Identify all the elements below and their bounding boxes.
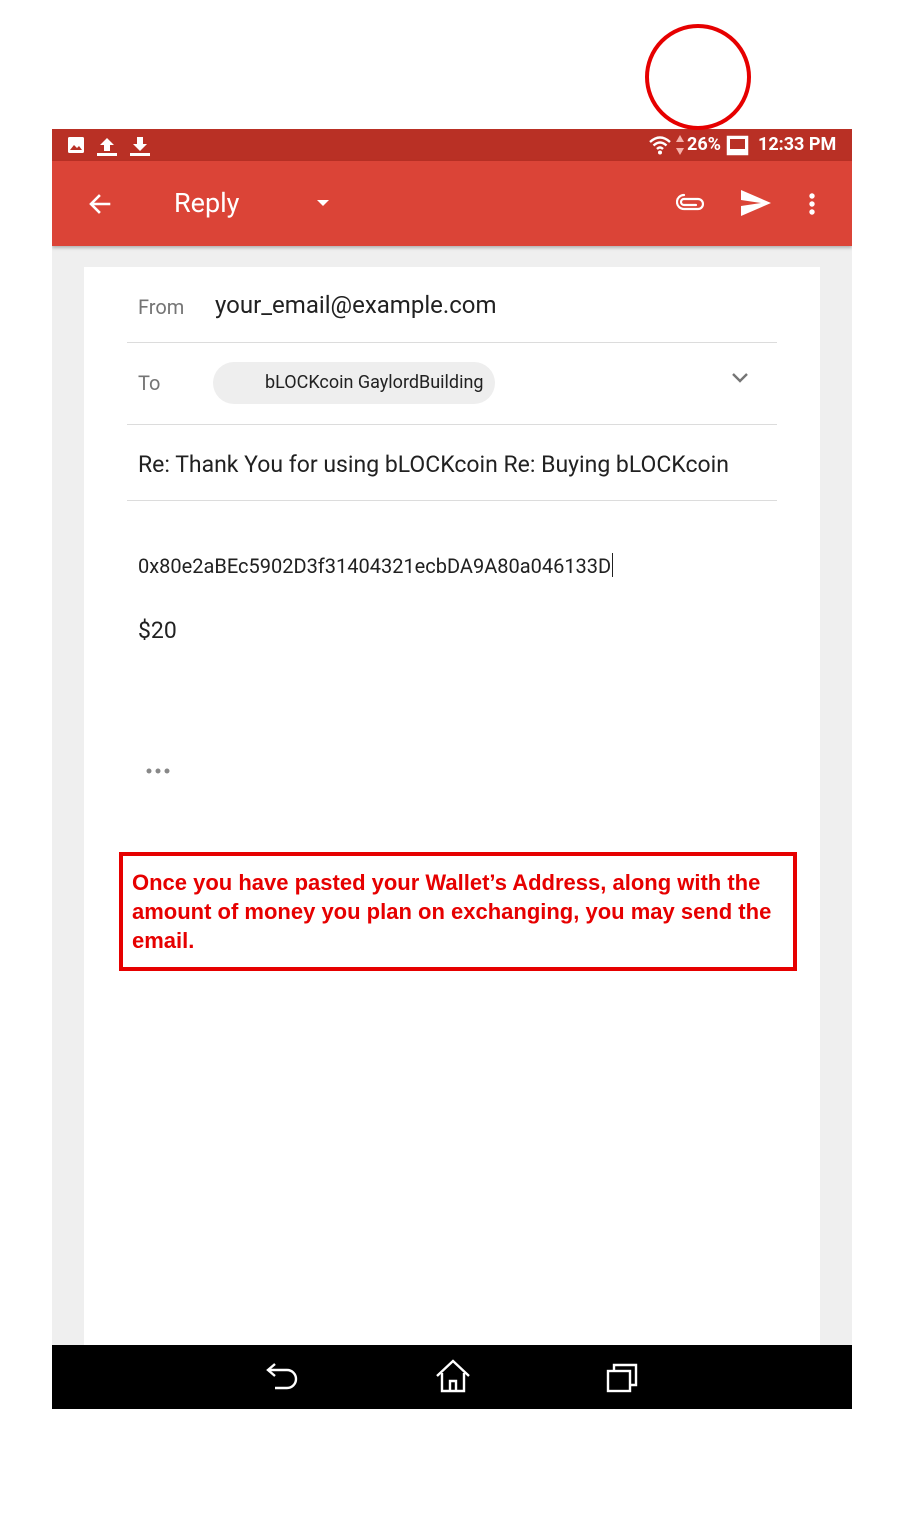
body-amount[interactable]: $20 — [138, 617, 177, 644]
battery-percent: 26% — [687, 134, 721, 155]
navigation-bar — [52, 1345, 852, 1409]
from-email[interactable]: your_email@example.com — [215, 291, 497, 319]
to-label: To — [138, 371, 161, 395]
instruction-text: Once you have pasted your Wallet’s Addre… — [132, 870, 772, 953]
back-icon[interactable] — [265, 1361, 301, 1393]
chevron-down-icon[interactable] — [731, 372, 749, 384]
back-arrow-icon[interactable] — [88, 192, 112, 216]
battery-icon — [726, 135, 749, 156]
download-icon — [130, 137, 150, 156]
attach-icon[interactable] — [676, 191, 704, 215]
from-label: From — [138, 295, 185, 319]
divider — [127, 342, 777, 343]
divider — [127, 500, 777, 501]
subject-field[interactable]: Re: Thank You for using bLOCKcoin Re: Bu… — [138, 451, 729, 478]
recipient-chip[interactable]: bLOCKcoin GaylordBuilding — [213, 362, 495, 404]
wifi-icon — [649, 136, 671, 155]
quoted-text-ellipsis-icon[interactable] — [146, 767, 170, 775]
reply-title: Reply — [174, 187, 240, 219]
divider — [127, 424, 777, 425]
status-bar: 26% 12:33 PM — [52, 129, 852, 161]
send-icon[interactable] — [740, 189, 772, 217]
data-arrows-icon — [676, 135, 684, 155]
upload-icon — [97, 138, 117, 156]
recipient-name: bLOCKcoin GaylordBuilding — [265, 372, 484, 393]
compose-card: From your_email@example.com To bLOCKcoin… — [84, 267, 820, 1347]
home-icon[interactable] — [435, 1359, 471, 1393]
image-icon — [68, 137, 84, 153]
android-screen: 26% 12:33 PM Reply From your_email@examp… — [52, 129, 852, 1409]
instruction-callout: Once you have pasted your Wallet’s Addre… — [119, 852, 797, 971]
app-bar: Reply — [52, 161, 852, 246]
recents-icon[interactable] — [605, 1361, 641, 1393]
send-highlight-circle — [645, 24, 751, 130]
more-vert-icon[interactable] — [808, 192, 816, 216]
status-time: 12:33 PM — [758, 134, 837, 155]
body-wallet-address[interactable]: 0x80e2aBEc5902D3f31404321ecbDA9A80a04613… — [138, 553, 614, 578]
text-cursor — [612, 553, 614, 577]
dropdown-arrow-icon[interactable] — [316, 198, 330, 208]
